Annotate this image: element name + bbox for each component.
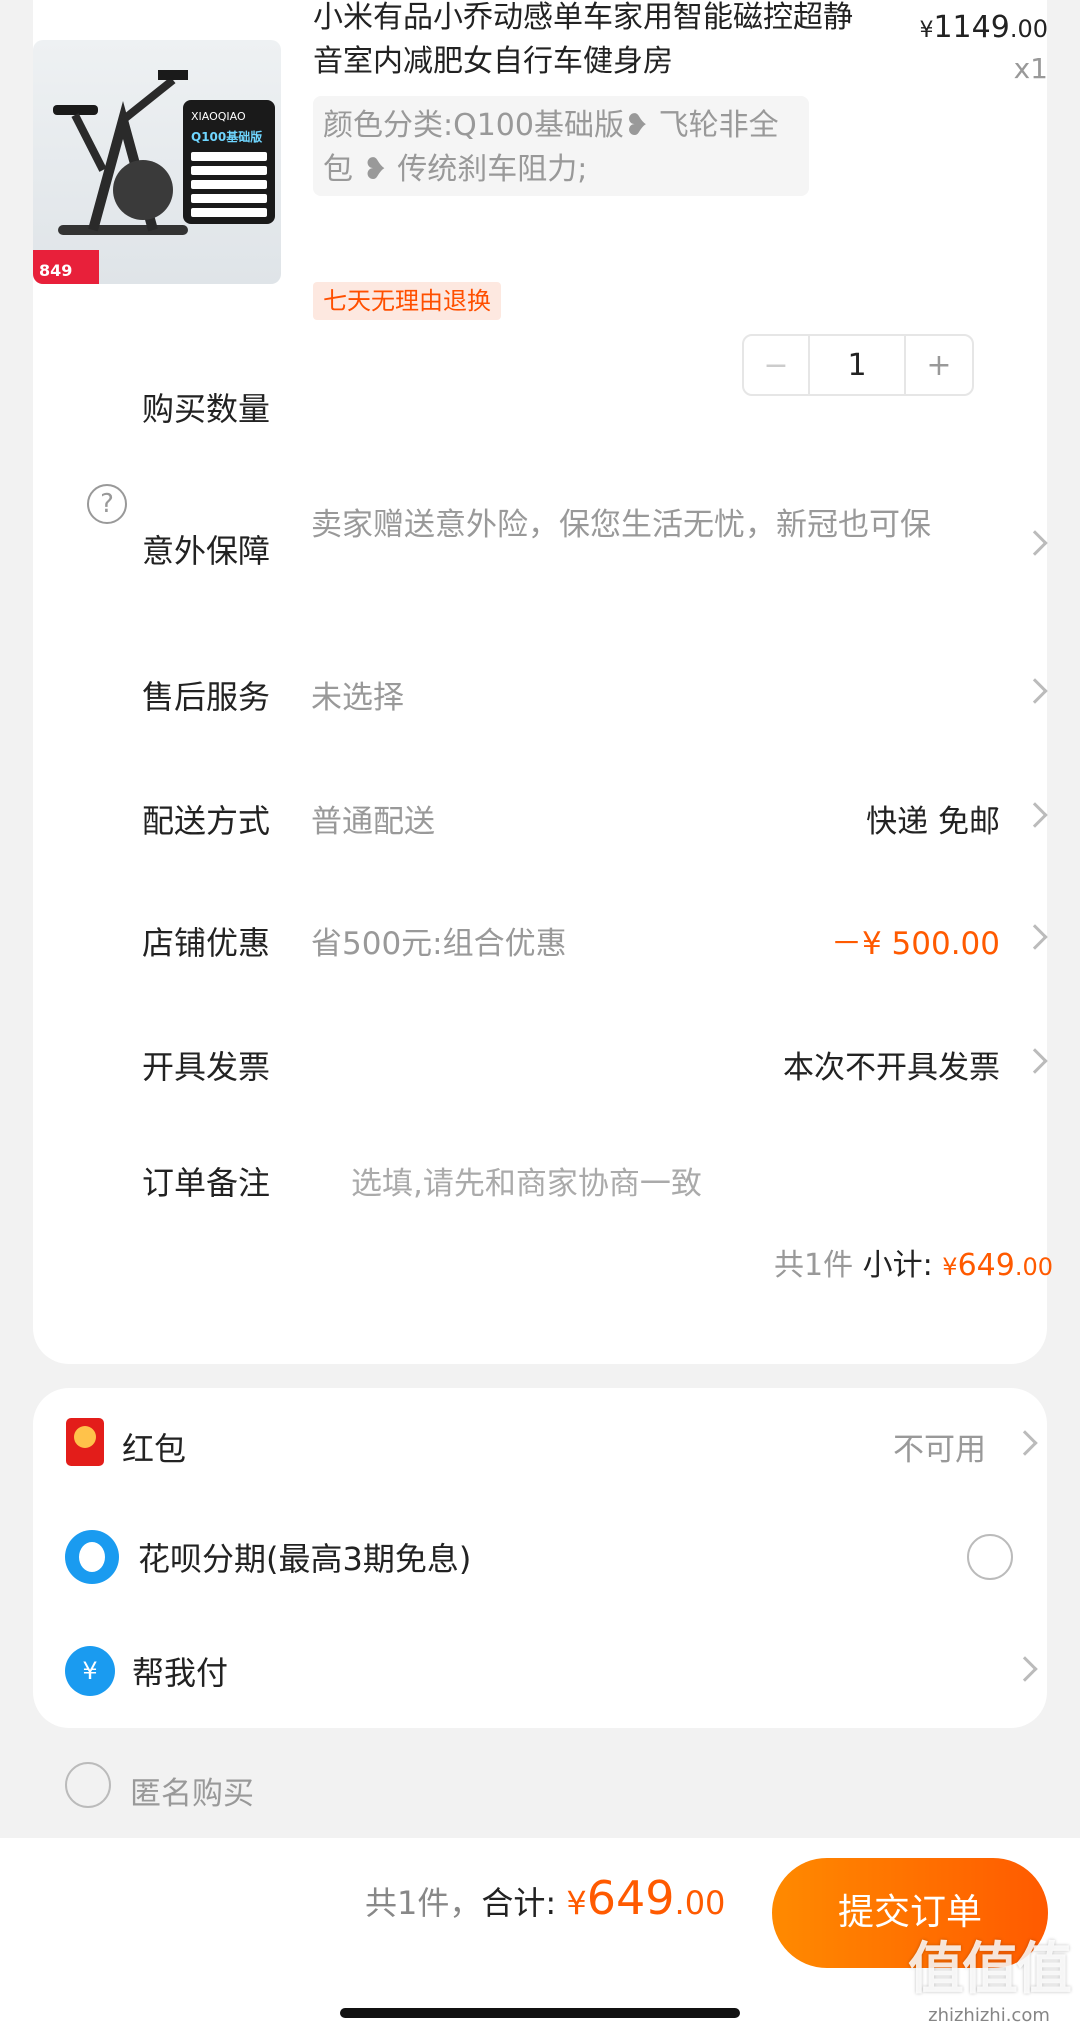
discount-amount[interactable]: －¥ 500.00 [831, 918, 1000, 963]
currency-symbol: ¥ [919, 18, 934, 43]
after-sale-value[interactable]: 未选择 [311, 672, 404, 717]
watermark-url: zhizhizhi.com [928, 2005, 1050, 2026]
quantity-badge: x1 [1013, 52, 1048, 85]
insurance-label: 意外保障 [142, 532, 271, 570]
price-int: 1149 [933, 10, 1010, 45]
red-packet-status[interactable]: 不可用 [893, 1424, 986, 1469]
watermark: 值值值 zhizhizhi.com [908, 1924, 1072, 2026]
total-int: 649 [586, 1871, 675, 1925]
decrement-button[interactable]: − [744, 336, 810, 394]
quantity-label: 购买数量 [142, 390, 271, 428]
subtotal-dec: .00 [1014, 1253, 1053, 1281]
huabei-label[interactable]: 花呗分期(最高3期免息) [138, 1534, 471, 1580]
anonymous-label[interactable]: 匿名购买 [130, 1768, 254, 1813]
price-dec: .00 [1009, 15, 1048, 43]
feature-line [191, 166, 267, 175]
increment-button[interactable]: + [906, 336, 972, 394]
product-spec[interactable]: 颜色分类:Q100基础版❥ 飞轮非全包 ❥ 传统刹车阻力; [313, 96, 809, 196]
help-pay-label[interactable]: 帮我付 [132, 1648, 228, 1694]
note-input[interactable]: 选填,请先和商家协商一致 [351, 1158, 702, 1203]
product-image[interactable]: XIAOQIAO Q100基础版 849 [33, 40, 281, 284]
product-title[interactable]: 小米有品小乔动感单车家用智能磁控超静音室内减肥女自行车健身房 [313, 0, 853, 84]
question-icon[interactable]: ? [87, 484, 127, 524]
currency-symbol: ¥ [942, 1253, 958, 1281]
subtotal-int: 649 [957, 1248, 1015, 1283]
total-dec: .00 [674, 1884, 726, 1922]
red-packet-icon [66, 1418, 104, 1466]
after-sale-label: 售后服务 [142, 678, 271, 716]
feature-line [191, 152, 267, 161]
insurance-value[interactable]: 卖家赠送意外险，保您生活无忧，新冠也可保 [311, 502, 951, 548]
anonymous-checkbox[interactable] [65, 1762, 111, 1808]
subtotal-label: 小计: [862, 1248, 933, 1283]
quantity-value[interactable]: 1 [810, 336, 906, 394]
watermark-logo: 值值值 [908, 1937, 1072, 2002]
currency-symbol: ¥ [566, 1884, 587, 1922]
delivery-method[interactable]: 快递 免邮 [866, 796, 1000, 841]
huabei-icon [65, 1530, 119, 1584]
invoice-value[interactable]: 本次不开具发票 [783, 1042, 1000, 1087]
order-total: 共1件，合计: ¥649.00 [365, 1871, 725, 1925]
home-indicator[interactable] [340, 2008, 740, 2018]
delivery-label: 配送方式 [142, 802, 271, 840]
subtotal: 共1件 小计: ¥649.00 [774, 1240, 1053, 1284]
note-label: 订单备注 [142, 1164, 271, 1202]
feature-line [191, 194, 267, 203]
discount-label: 店铺优惠 [142, 924, 271, 962]
brand-text: XIAOQIAO [191, 110, 246, 123]
total-count: 共1件， [365, 1884, 482, 1922]
invoice-label: 开具发票 [142, 1048, 271, 1086]
discount-value[interactable]: 省500元:组合优惠 [311, 918, 567, 963]
edition-badge: XIAOQIAO Q100基础版 [183, 100, 275, 224]
huabei-radio[interactable] [967, 1534, 1013, 1580]
product-price: ¥1149.00 [919, 10, 1048, 45]
feature-line [191, 208, 267, 217]
delivery-value[interactable]: 普通配送 [311, 796, 435, 841]
subtotal-count: 共1件 [773, 1248, 854, 1283]
red-packet-label[interactable]: 红包 [122, 1424, 186, 1470]
return-policy-tag: 七天无理由退换 [313, 282, 501, 320]
image-price-tag: 849 [33, 250, 99, 284]
bike-illustration [53, 70, 188, 235]
quantity-stepper: − 1 + [742, 334, 974, 396]
help-pay-icon: ¥ [65, 1646, 115, 1696]
total-label: 合计: [481, 1884, 557, 1922]
edition-text: Q100基础版 [191, 130, 263, 144]
feature-line [191, 180, 267, 189]
